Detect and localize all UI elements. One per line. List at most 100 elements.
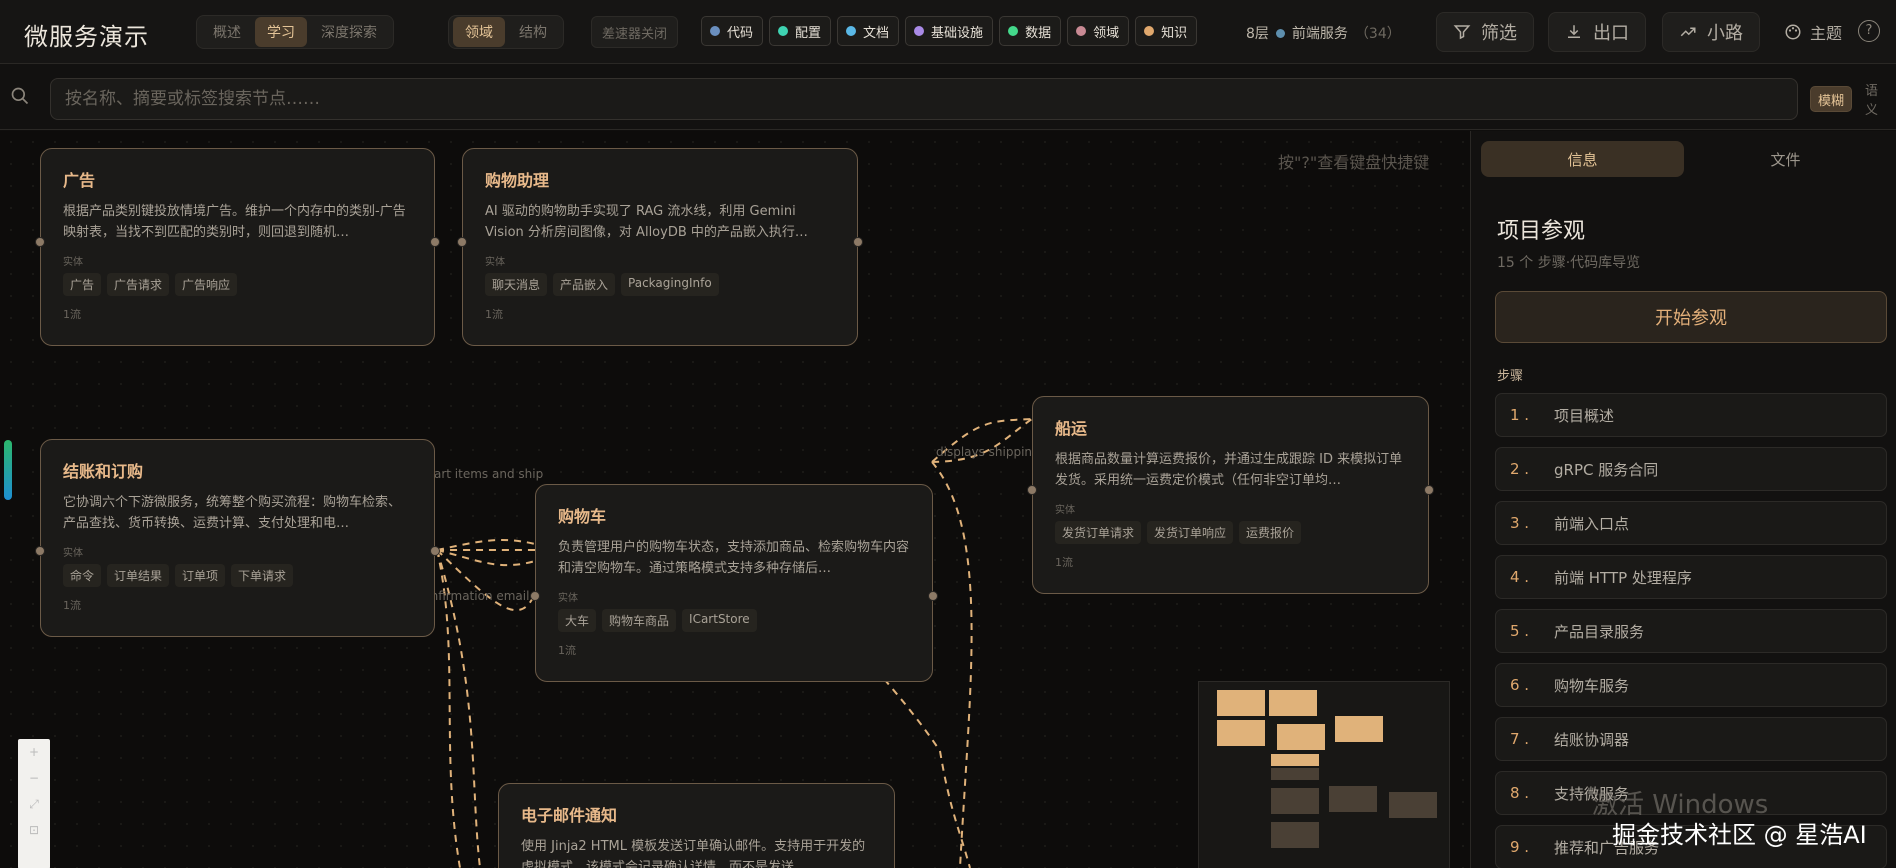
- node-shipping[interactable]: 船运 根据商品数量计算运费报价，并通过生成跟踪 ID 来模拟订单发货。采用统一运…: [1027, 396, 1434, 594]
- node-shopping-assistant[interactable]: 购物助理 AI 驱动的购物助手实现了 RAG 流水线，利用 Gemini Vis…: [457, 148, 863, 346]
- panel-tabs: 信息 文件: [1481, 141, 1887, 177]
- node-flow-count: 1流: [558, 644, 576, 657]
- node-description: 根据商品数量计算运费报价，并通过生成跟踪 ID 来模拟订单发货。采用统一运费定价…: [1055, 452, 1403, 488]
- step-item[interactable]: 5 . 产品目录服务: [1495, 609, 1887, 653]
- step-item[interactable]: 1 . 项目概述: [1495, 393, 1887, 437]
- node-tag: 发货订单请求: [1055, 521, 1142, 544]
- node-tags: 发货订单请求 发货订单响应 运费报价: [1055, 521, 1406, 544]
- help-icon[interactable]: ?: [1858, 20, 1880, 42]
- step-number: 6 .: [1510, 676, 1530, 694]
- search-mode-fuzzy[interactable]: 模糊: [1810, 86, 1853, 112]
- filter-chip-label: 文档: [863, 25, 890, 41]
- data-dot-icon: [1008, 26, 1019, 36]
- path-button[interactable]: 小路: [1662, 12, 1760, 52]
- step-number: 2 .: [1510, 460, 1530, 478]
- lock-icon[interactable]: ⊡: [18, 817, 50, 843]
- step-item[interactable]: 7 . 结账协调器: [1495, 717, 1887, 761]
- step-label: 购物车服务: [1554, 676, 1630, 695]
- filter-chip-domain[interactable]: 领域: [1067, 16, 1130, 46]
- filter-chip-docs[interactable]: 文档: [837, 16, 900, 46]
- tour-panel: 信息 文件 项目参观 15 个 步骤·代码库导览 开始参观 步骤 1 . 项目概述…: [1470, 131, 1896, 868]
- port-handle[interactable]: [35, 546, 45, 556]
- node-cart[interactable]: 购物车 负责管理用户的购物车状态，支持添加商品、检索购物车内容和清空购物车。通过…: [530, 484, 938, 682]
- port-handle[interactable]: [430, 237, 440, 247]
- node-flow-count: 1流: [63, 599, 81, 612]
- node-tag: 大车: [558, 609, 597, 632]
- filter-chip-code[interactable]: 代码: [701, 16, 764, 46]
- palette-icon: [1785, 24, 1801, 40]
- view-mode-learn[interactable]: 学习: [255, 17, 307, 47]
- node-email-notification[interactable]: 电子邮件通知 使用 Jinja2 HTML 模板发送订单确认邮件。支持用于开发的…: [498, 783, 895, 868]
- node-entity-label: 实体: [1055, 505, 1075, 516]
- accelerator-button[interactable]: 差速器关闭: [591, 16, 679, 48]
- start-tour-button[interactable]: 开始参观: [1495, 291, 1887, 343]
- layout-mode-structure[interactable]: 结构: [507, 17, 559, 47]
- filter-chip-config[interactable]: 配置: [769, 16, 832, 46]
- step-item[interactable]: 3 . 前端入口点: [1495, 501, 1887, 545]
- node-tag: 广告请求: [107, 273, 170, 296]
- node-description: 根据产品类别键投放情境广告。维护一个内存中的类别-广告映射表，当找不到匹配的类别…: [63, 204, 406, 240]
- node-tag: ICartStore: [682, 609, 757, 632]
- minimap-node: [1271, 754, 1319, 766]
- step-item[interactable]: 4 . 前端 HTTP 处理程序: [1495, 555, 1887, 599]
- site-credit-watermark: 掘金技术社区 @ 星浩AI: [1612, 821, 1867, 849]
- port-handle[interactable]: [1027, 485, 1037, 495]
- node-tag: 命令: [63, 564, 102, 587]
- tab-info[interactable]: 信息: [1481, 141, 1684, 177]
- layout-mode-domain[interactable]: 领域: [453, 17, 505, 47]
- export-button[interactable]: 出口: [1548, 12, 1646, 52]
- filter-chip-infra[interactable]: 基础设施: [905, 16, 994, 46]
- filter-button-label: 筛选: [1481, 23, 1517, 44]
- node-tag: 聊天消息: [485, 273, 548, 296]
- filter-chip-knowledge[interactable]: 知识: [1135, 16, 1198, 46]
- view-mode-deep-dive[interactable]: 深度探索: [309, 17, 389, 47]
- port-handle[interactable]: [430, 546, 440, 556]
- node-title: 船运: [1055, 419, 1088, 438]
- step-label: 前端 HTTP 处理程序: [1554, 568, 1692, 587]
- step-item[interactable]: 6 . 购物车服务: [1495, 663, 1887, 707]
- fit-view-icon[interactable]: ⤢: [18, 791, 50, 817]
- step-item[interactable]: 2 . gRPC 服务合同: [1495, 447, 1887, 491]
- step-label: 前端入口点: [1554, 514, 1630, 533]
- node-title: 电子邮件通知: [521, 806, 618, 825]
- node-checkout[interactable]: 结账和订购 它协调六个下游微服务，统筹整个购买流程：购物车检索、产品查找、货币转…: [35, 439, 440, 637]
- filter-chip-data[interactable]: 数据: [999, 16, 1062, 46]
- filter-chip-label: 知识: [1161, 25, 1188, 41]
- layout-mode-switch: 领域 结构: [448, 15, 564, 49]
- layer-service: 前端服务: [1291, 26, 1348, 42]
- node-title: 广告: [63, 171, 96, 190]
- port-handle[interactable]: [1424, 485, 1434, 495]
- minimap-node: [1271, 822, 1319, 848]
- tab-files[interactable]: 文件: [1684, 141, 1887, 177]
- search-input[interactable]: [50, 78, 1798, 120]
- port-handle[interactable]: [928, 591, 938, 601]
- port-handle[interactable]: [530, 591, 540, 601]
- layer-indicator[interactable]: 8层 前端服务 （34）: [1246, 23, 1401, 43]
- search-bar: 模糊 语义: [0, 64, 1896, 130]
- node-ads[interactable]: 广告 根据产品类别键投放情境广告。维护一个内存中的类别-广告映射表，当找不到匹配…: [35, 148, 440, 346]
- node-entity-label: 实体: [63, 257, 83, 268]
- layer-count: 8层: [1246, 26, 1269, 42]
- layer-service-count: （34）: [1354, 26, 1401, 42]
- graph-canvas[interactable]: 按"?"查看键盘快捷键 art items and ship displays …: [0, 131, 1470, 868]
- minimap-node: [1217, 690, 1265, 716]
- search-mode-semantic[interactable]: 语义: [1858, 84, 1896, 118]
- port-handle[interactable]: [35, 237, 45, 247]
- filter-button[interactable]: 筛选: [1436, 12, 1534, 52]
- filter-chip-label: 配置: [795, 25, 822, 41]
- domain-dot-icon: [1076, 26, 1087, 36]
- view-mode-overview[interactable]: 概述: [201, 17, 253, 47]
- node-tag: 订单结果: [107, 564, 170, 587]
- port-handle[interactable]: [457, 237, 467, 247]
- scroll-indicator[interactable]: [4, 440, 12, 500]
- node-tags: 聊天消息 产品嵌入 PackagingInfo: [485, 273, 835, 296]
- zoom-in-icon[interactable]: +: [18, 739, 50, 765]
- edge-label-cart-items: art items and ship: [434, 467, 544, 481]
- node-description: 负责管理用户的购物车状态，支持添加商品、检索购物车内容和清空购物车。通过策略模式…: [558, 540, 910, 576]
- zoom-out-icon[interactable]: −: [18, 765, 50, 791]
- app-title: 微服务演示: [24, 23, 149, 51]
- port-handle[interactable]: [853, 237, 863, 247]
- step-number: 3 .: [1510, 514, 1530, 532]
- minimap[interactable]: [1198, 681, 1450, 868]
- theme-button[interactable]: 主题: [1784, 20, 1842, 44]
